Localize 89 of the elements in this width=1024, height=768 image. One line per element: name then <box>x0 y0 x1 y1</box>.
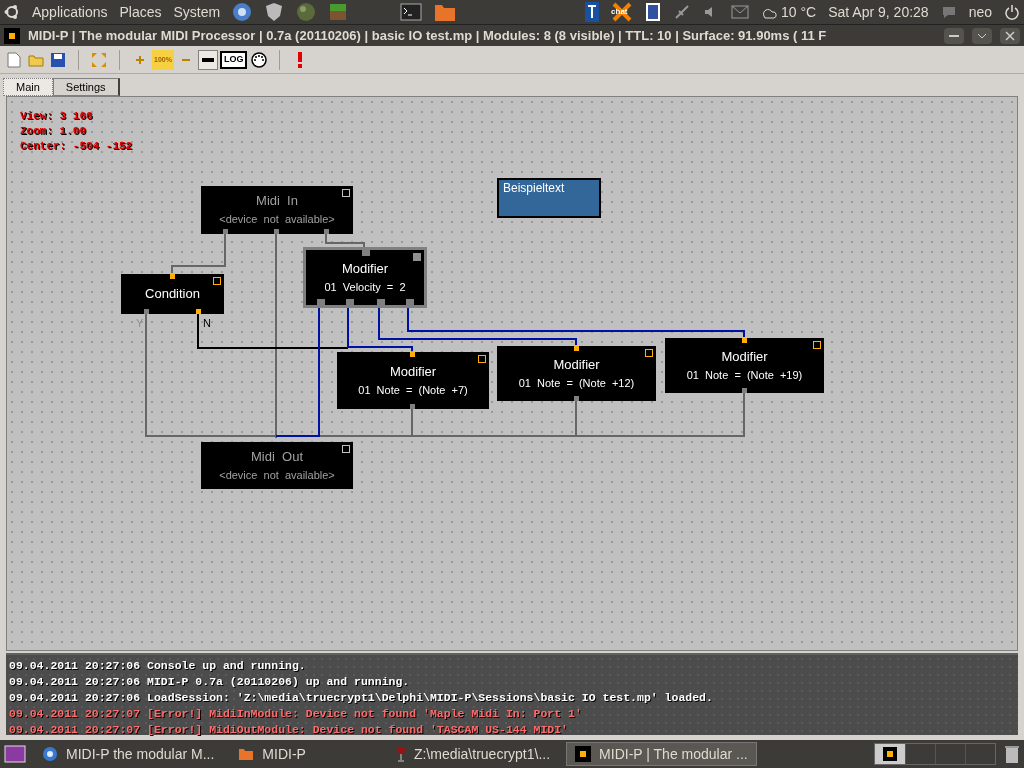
console-line: 09.04.2011 20:27:06 LoadSession: 'Z:\media\truecrypt1\Delphi\MIDI-P\Sessions\basic IO test.mp' loaded. <box>9 690 714 706</box>
input-port-icon[interactable] <box>742 338 747 343</box>
close-button[interactable] <box>1000 27 1020 44</box>
app-icon <box>883 747 897 761</box>
resize-handle-icon[interactable] <box>645 349 653 357</box>
view-info-text: View: 3 166 <box>20 109 94 124</box>
cross-icon[interactable] <box>611 2 634 22</box>
resize-handle-icon[interactable] <box>478 355 486 363</box>
trash-icon[interactable] <box>1004 744 1020 764</box>
taskbar-item[interactable]: MIDI-P the modular M... <box>34 742 223 766</box>
folder-icon[interactable] <box>434 2 457 22</box>
chat-bubble-icon[interactable] <box>940 5 957 19</box>
globe-icon[interactable] <box>232 2 253 22</box>
workspace-switcher[interactable] <box>874 743 996 765</box>
globe-icon <box>42 746 58 762</box>
close-icon <box>1005 30 1015 41</box>
module-node[interactable]: Modifier 01 Note = (Note +12) <box>497 346 656 401</box>
panel-menu[interactable]: System <box>173 1 221 23</box>
wine-glass-icon <box>395 746 406 762</box>
resize-handle-icon[interactable] <box>413 253 421 261</box>
input-port-icon[interactable] <box>362 250 370 256</box>
terminal-icon[interactable] <box>400 3 423 21</box>
power-icon[interactable] <box>1004 4 1020 20</box>
midi-plug-icon[interactable] <box>249 49 270 70</box>
log-button[interactable]: LOG <box>219 50 248 69</box>
module-detail: 01 Note = (Note +7) <box>358 382 468 398</box>
taskbar-item[interactable]: MIDI-P <box>230 742 314 766</box>
input-port-icon[interactable] <box>170 274 175 279</box>
chat-tray-label: chat <box>611 8 628 16</box>
mail-icon[interactable] <box>731 5 750 19</box>
module-node[interactable]: Modifier 01 Note = (Note +19) <box>665 338 824 393</box>
module-detail: 01 Velocity = 2 <box>324 279 406 295</box>
monitor-icon[interactable] <box>645 2 662 22</box>
truecrypt-icon[interactable] <box>585 2 600 22</box>
connection-wire <box>325 232 365 250</box>
output-label: N <box>203 317 211 329</box>
connection-wire <box>171 232 226 274</box>
console-line: 09.04.2011 20:27:06 Console up and running. <box>9 658 307 674</box>
plus-icon <box>135 54 145 65</box>
app-icon <box>4 27 20 44</box>
maximize-button[interactable] <box>972 27 992 44</box>
view-info-text: Center: -504 -152 <box>20 139 133 154</box>
taskbar-item[interactable]: Z:\media\truecrypt1\... <box>387 742 559 766</box>
taskbar-item[interactable]: MIDI-P | The modular ... <box>566 742 757 766</box>
module-detail: 01 Note = (Note +12) <box>518 375 635 391</box>
bar-icon <box>201 55 214 64</box>
clock[interactable]: Sat Apr 9, 20:28 <box>828 1 929 23</box>
module-detail: <device not available> <box>219 467 335 483</box>
workspace-icon[interactable] <box>4 745 26 763</box>
console-line: 09.04.2011 20:27:07 [Error!] MidiInModule: Device not found 'Maple Midi In: Port 1' <box>9 706 583 722</box>
text-label-node[interactable]: Beispieltext <box>497 178 601 218</box>
console-line: 09.04.2011 20:27:06 MIDI-P 0.7a (20110206) up and running. <box>9 674 411 690</box>
view-info-text: Zoom: 1.00 <box>20 124 87 139</box>
module-title: Midi Out <box>251 448 303 465</box>
new-file-button[interactable] <box>4 49 24 70</box>
module-node[interactable]: Modifier 01 Note = (Note +7) <box>337 352 489 409</box>
minimize-button[interactable] <box>944 27 964 44</box>
tab[interactable]: Settings <box>52 78 120 96</box>
plug-icon[interactable] <box>673 3 692 21</box>
app-icon <box>575 746 592 762</box>
tab[interactable]: Main <box>3 78 53 96</box>
module-title: Modifier <box>721 348 768 365</box>
module-title: Modifier <box>389 363 437 380</box>
ubuntu-logo-icon[interactable] <box>4 4 20 20</box>
console-line: 09.04.2011 20:27:07 [Error!] MidiOutModule: Device not found 'TASCAM US-144 MIDI' <box>9 722 569 738</box>
module-detail: <device not available> <box>219 212 335 227</box>
grass-block-icon[interactable] <box>328 2 349 22</box>
resize-handle-icon[interactable] <box>213 277 221 285</box>
input-port-icon[interactable] <box>574 346 579 351</box>
panel-menu[interactable]: Applications <box>32 1 108 23</box>
module-title: Modifier <box>341 260 389 277</box>
folder-icon <box>238 747 255 761</box>
module-title: Modifier <box>553 356 600 373</box>
window-title: MIDI-P | The modular MIDI Processor | 0.7a (20110206) | basic IO test.mp | Modules: 8 (8 visible) | TTL: 10 | Surface: 91.90ms ( 11 F <box>28 26 827 45</box>
user-name[interactable]: neo <box>968 1 992 23</box>
earth-icon[interactable] <box>296 2 317 22</box>
chevron-down-icon <box>977 32 987 39</box>
panel-menu[interactable]: Places <box>119 1 162 23</box>
console-toggle-button[interactable] <box>197 49 218 70</box>
input-port-icon[interactable] <box>410 352 415 357</box>
temperature: 10 °C <box>781 2 817 22</box>
badge-icon[interactable] <box>264 2 285 22</box>
minimize-icon <box>949 34 959 37</box>
resize-handle-icon[interactable] <box>813 341 821 349</box>
module-title: Condition <box>145 286 200 302</box>
exclamation-icon <box>297 51 304 68</box>
module-node[interactable]: Modifier 01 Velocity = 2 <box>306 250 424 305</box>
module-detail: 01 Note = (Note +19) <box>686 367 803 383</box>
module-title: Midi In <box>256 193 298 209</box>
